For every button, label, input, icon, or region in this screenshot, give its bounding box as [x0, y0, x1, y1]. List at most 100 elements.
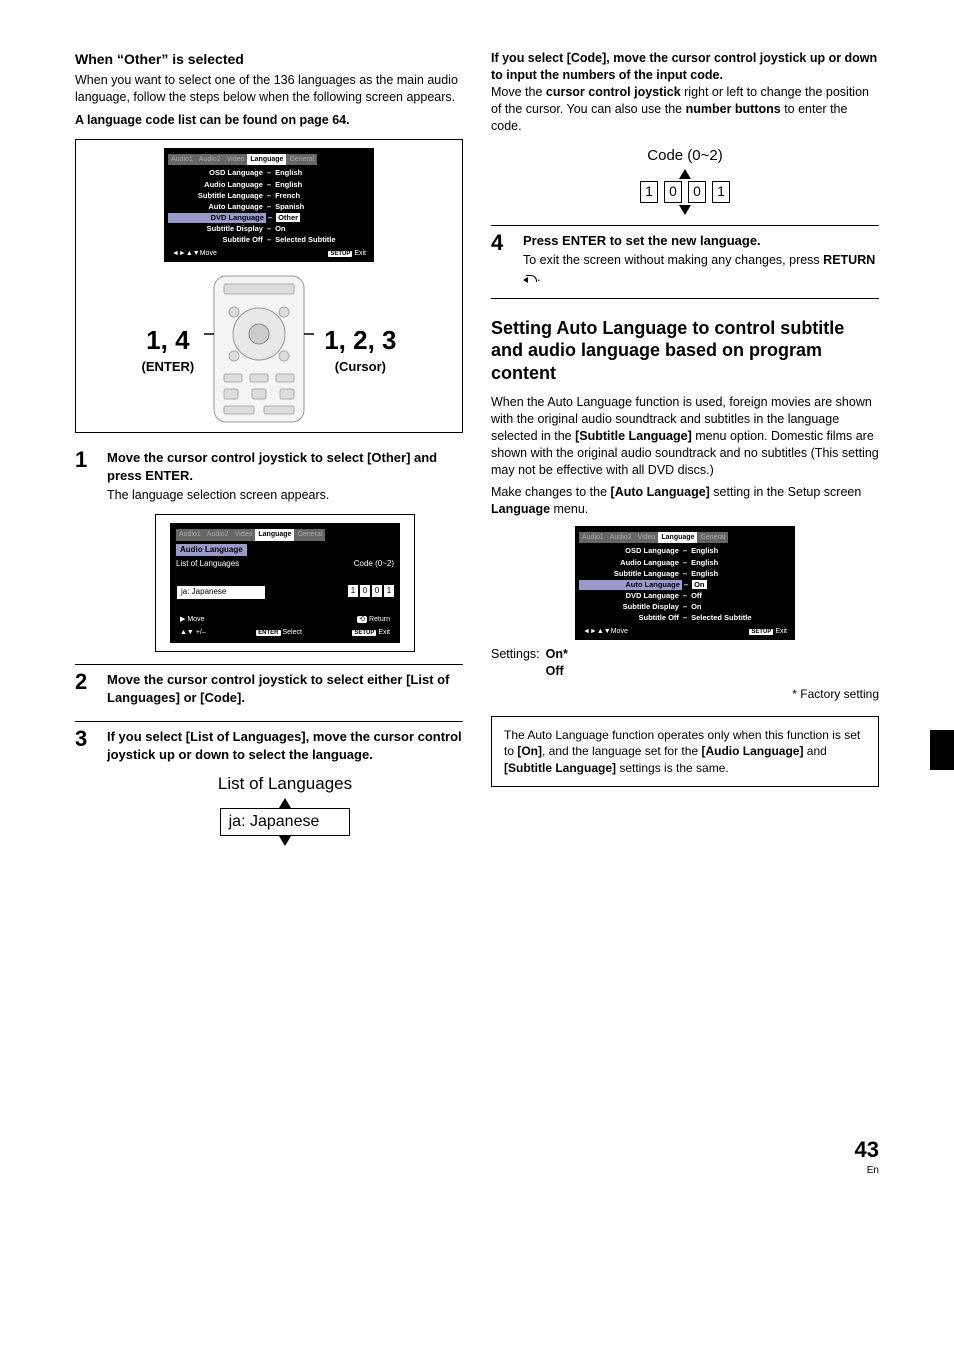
step-number: 4: [491, 232, 511, 286]
osd-footer-exit: SETUP Exit: [328, 249, 366, 258]
osd-tab: Audio2: [204, 529, 232, 540]
osd-val: English: [689, 569, 791, 579]
step-number: 2: [75, 671, 95, 709]
osd-screenshot-1: Audio1 Audio2 Video Language General OSD…: [164, 148, 374, 263]
step-3: 3 If you select [List of Languages], mov…: [75, 721, 463, 846]
osd-key: Subtitle Display: [168, 224, 265, 234]
osd-val: Off: [689, 591, 791, 601]
osd-footer: SETUP Exit: [352, 628, 390, 637]
osd-footer-move: ◄►▲▼Move: [583, 627, 628, 636]
osd-footer: ▶ Move: [180, 615, 204, 624]
osd-key: OSD Language: [168, 168, 265, 178]
step-title: Press ENTER to set the new language.: [523, 232, 879, 250]
intro-text: When you want to select one of the 136 l…: [75, 72, 463, 106]
topic-para: When the Auto Language function is used,…: [491, 394, 879, 478]
factory-setting-note: * Factory setting: [491, 686, 879, 702]
osd-tab: General: [697, 532, 728, 543]
osd-key: Auto Language: [168, 202, 265, 212]
lol-title: List of Languages: [218, 773, 352, 796]
osd-val: French: [273, 191, 370, 201]
osd-tab: Video: [232, 529, 256, 540]
arrow-up-icon: [279, 798, 291, 808]
remote-illustration: [204, 274, 314, 424]
step-number: 3: [75, 728, 95, 846]
step-text: The language selection screen appears.: [107, 487, 463, 504]
topic-para-2: Make changes to the [Auto Language] sett…: [491, 484, 879, 518]
osd-tab: Audio1: [168, 154, 196, 165]
code-digit: 1: [384, 585, 394, 597]
code-list-note: A language code list can be found on pag…: [75, 112, 463, 129]
osd-key: Audio Language: [168, 180, 265, 190]
osd-header: Audio Language: [176, 544, 247, 557]
code-digit: 1: [640, 181, 658, 203]
osd-val: English: [273, 168, 370, 178]
page-number: 43 En: [855, 1135, 879, 1178]
osd-tab: Language: [255, 529, 294, 540]
code-digit: 1: [348, 585, 358, 597]
list-of-languages-figure: List of Languages ja: Japanese: [107, 773, 463, 846]
osd-tab: Language: [658, 532, 697, 543]
osd-key: Subtitle Off: [168, 235, 265, 245]
osd-val: On: [689, 602, 791, 612]
osd-screenshot-3: Audio1 Audio2 Video Language General OSD…: [575, 526, 795, 641]
arrow-up-icon: [679, 169, 691, 179]
osd-val: On: [273, 224, 370, 234]
arrow-down-icon: [279, 836, 291, 846]
code-digit: 1: [712, 181, 730, 203]
step-4: 4 Press ENTER to set the new language. T…: [491, 225, 879, 286]
osd-tab: Audio2: [196, 154, 224, 165]
code-digit: 0: [688, 181, 706, 203]
osd-key: OSD Language: [579, 546, 681, 556]
code-heading: If you select [Code], move the cursor co…: [491, 50, 879, 84]
code-digit: 0: [372, 585, 382, 597]
osd-key: DVD Language: [579, 591, 681, 601]
lol-value: ja: Japanese: [220, 808, 351, 836]
osd-key: Auto Language: [579, 580, 682, 590]
step-title: If you select [List of Languages], move …: [107, 728, 463, 763]
osd-footer: ⟲ Return: [357, 615, 390, 624]
settings-values: Settings: On* Off: [491, 646, 879, 680]
osd-tab: Video: [635, 532, 659, 543]
heading-when-other: When “Other” is selected: [75, 50, 463, 69]
callout-cursor: 1, 2, 3 (Cursor): [324, 323, 396, 376]
osd-key: Subtitle Language: [579, 569, 681, 579]
step-text: To exit the screen without making any ch…: [523, 252, 879, 286]
osd-key: Subtitle Off: [579, 613, 681, 623]
setting-on: On*: [546, 646, 568, 663]
osd-val: Selected Subtitle: [273, 235, 370, 245]
step-2: 2 Move the cursor control joystick to se…: [75, 664, 463, 709]
osd-val: English: [273, 180, 370, 190]
osd-tab: Video: [224, 154, 248, 165]
osd-tab: Language: [247, 154, 286, 165]
osd-val: English: [689, 558, 791, 568]
step-number: 1: [75, 449, 95, 652]
code-text: Move the cursor control joystick right o…: [491, 84, 879, 135]
osd-tab: Audio1: [176, 529, 204, 540]
return-icon: [523, 273, 537, 283]
osd-key: Audio Language: [579, 558, 681, 568]
osd-tab: Audio1: [579, 532, 607, 543]
step-1: 1 Move the cursor control joystick to se…: [75, 449, 463, 652]
osd-screenshot-2: Audio1 Audio2 Video Language General Aud…: [170, 523, 400, 643]
step-title: Move the cursor control joystick to sele…: [107, 671, 463, 706]
step-title: Move the cursor control joystick to sele…: [107, 449, 463, 484]
code-input-figure: Code (0~2) 1 0 0 1: [491, 146, 879, 214]
osd-val: Other: [276, 213, 300, 222]
osd-dropdown: ja: Japanese: [176, 585, 266, 600]
osd-label: Code (0~2): [354, 559, 394, 570]
callout-enter: 1, 4 (ENTER): [142, 323, 195, 376]
osd-label: List of Languages: [176, 559, 239, 570]
osd-tab: General: [294, 529, 325, 540]
figure-osd-remote: Audio1 Audio2 Video Language General OSD…: [75, 139, 463, 434]
osd-footer: ▲▼ +/–: [180, 628, 206, 637]
osd-val: Selected Subtitle: [689, 613, 791, 623]
osd-val: On: [692, 580, 706, 589]
topic-heading: Setting Auto Language to control subtitl…: [491, 317, 879, 385]
osd-key: DVD Language: [168, 213, 266, 223]
osd-tab: General: [286, 154, 317, 165]
arrow-down-icon: [679, 205, 691, 215]
setting-off: Off: [546, 663, 568, 680]
osd-footer-move: ◄►▲▼Move: [172, 249, 217, 258]
code-label: Code (0~2): [647, 146, 722, 166]
note-box: The Auto Language function operates only…: [491, 716, 879, 787]
